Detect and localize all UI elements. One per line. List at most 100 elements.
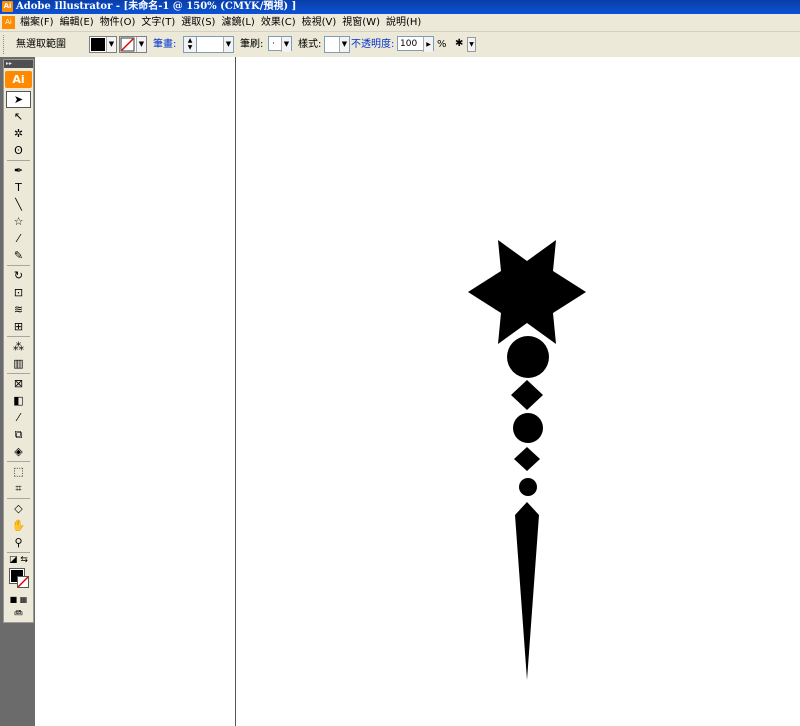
blend-icon: ⧉	[14, 428, 23, 441]
eyedropper-icon: ⁄	[17, 411, 20, 424]
chevron-down-icon: ▼	[223, 37, 233, 52]
line-tool[interactable]: ╲	[6, 196, 31, 213]
menu-filter[interactable]: 濾鏡(L)	[219, 14, 258, 31]
tool-divider	[7, 461, 30, 462]
eraser-icon: ◇	[14, 502, 23, 515]
lasso-tool[interactable]: ʘ	[6, 142, 31, 159]
selection-icon: ➤	[13, 93, 24, 106]
stroke-weight-input[interactable]: ▼	[196, 36, 234, 53]
scale-icon: ⊡	[13, 286, 24, 299]
lasso-icon: ʘ	[14, 144, 23, 157]
tool-divider	[7, 373, 30, 374]
chevron-down-icon: ▼	[281, 37, 291, 52]
fill-stroke-selector[interactable]	[6, 567, 31, 593]
stroke-label[interactable]: 筆畫:	[153, 32, 176, 57]
zoom-icon: ⚲	[14, 536, 23, 549]
type-icon: T	[15, 181, 22, 194]
illustrator-app-icon[interactable]: Ai	[2, 1, 13, 12]
document-icon[interactable]: Ai	[2, 16, 15, 29]
free-transform-icon: ⊞	[13, 320, 24, 333]
pen-tool[interactable]: ✒	[6, 162, 31, 179]
warp-icon: ≋	[13, 303, 24, 316]
pencil-icon: ✎	[13, 249, 24, 262]
symbol-sprayer-tool[interactable]: ⁂	[6, 338, 31, 355]
title-bar: Ai Adobe Illustrator - [未命名-1 @ 150% (CM…	[0, 0, 800, 14]
free-transform-tool[interactable]: ⊞	[6, 318, 31, 335]
menu-select[interactable]: 選取(S)	[179, 14, 219, 31]
menu-edit[interactable]: 編輯(E)	[58, 14, 98, 31]
stroke-box[interactable]	[17, 576, 29, 588]
warp-tool[interactable]: ≋	[6, 301, 31, 318]
tool-divider	[7, 498, 30, 499]
illustrator-logo: Ai	[5, 71, 32, 88]
gradient-icon: ◧	[13, 394, 24, 407]
brush-label: 筆刷:	[240, 39, 264, 50]
paintbrush-tool[interactable]: ⁄	[6, 230, 31, 247]
opacity-unit: %	[437, 39, 447, 50]
menu-type[interactable]: 文字(T)	[139, 14, 179, 31]
eyedropper-tool[interactable]: ⁄	[6, 409, 31, 426]
opacity-input[interactable]: 100 ▶	[397, 36, 434, 52]
no-color-icon	[120, 37, 135, 52]
page-boundary-line	[235, 57, 236, 726]
mesh-icon: ⊠	[13, 377, 24, 390]
type-tool[interactable]: T	[6, 179, 31, 196]
style-label: 樣式:	[298, 39, 322, 50]
brush-dropdown[interactable]: · ▼	[268, 36, 292, 52]
graphic-style-dropdown[interactable]: ▼	[324, 36, 350, 53]
selection-tool[interactable]: ➤	[6, 91, 31, 108]
panel-options-button[interactable]: ✱ ▼	[455, 37, 476, 52]
selection-status: 無選取範圍	[16, 39, 66, 50]
star-icon: ☆	[13, 215, 24, 228]
magic-wand-tool[interactable]: ✲	[6, 125, 31, 142]
slice-tool[interactable]: ⌗	[6, 480, 31, 497]
default-colors-button[interactable]: ◪ ⇆	[6, 554, 31, 566]
scale-tool[interactable]: ⊡	[6, 284, 31, 301]
stroke-color-dropdown[interactable]: ▼	[119, 36, 147, 53]
menu-view[interactable]: 檢視(V)	[300, 14, 341, 31]
magic-wand-icon: ✲	[13, 127, 24, 140]
hand-icon: ✋	[11, 519, 26, 532]
menu-file[interactable]: 檔案(F)	[18, 14, 58, 31]
direct-selection-icon: ↖	[13, 110, 24, 123]
hand-tool[interactable]: ✋	[6, 517, 31, 534]
chevron-right-icon: ▶	[423, 37, 433, 52]
fill-color-dropdown[interactable]: ▼	[89, 36, 117, 53]
stroke-weight-spinner[interactable]: ▲ ▼	[183, 36, 197, 53]
blend-tool[interactable]: ⧉	[6, 426, 31, 443]
opacity-value: 100	[400, 39, 418, 49]
tool-divider	[7, 160, 30, 161]
control-bar: 無選取範圍 ▼ ▼ 筆畫: ▲ ▼ ▼ 筆刷: · ▼ 樣式: ▼ 不透明度: 1…	[0, 32, 800, 58]
no-stroke-icon	[18, 577, 28, 587]
selection-options-icon: ✱	[455, 38, 464, 49]
chevron-down-icon: ▼	[106, 37, 116, 52]
brush-value: ·	[272, 39, 275, 49]
tool-divider	[7, 336, 30, 337]
menu-window[interactable]: 視窗(W)	[340, 14, 384, 31]
control-bar-grip[interactable]	[3, 35, 7, 54]
live-paint-bucket-tool[interactable]: ◈	[6, 443, 31, 460]
column-graph-tool[interactable]: ▥	[6, 355, 31, 372]
live-paint-selection-tool[interactable]: ⬚	[6, 463, 31, 480]
tools-panel-header[interactable]: ▸▸	[4, 60, 33, 68]
eraser-tool[interactable]: ◇	[6, 500, 31, 517]
menu-object[interactable]: 物件(O)	[98, 14, 140, 31]
screen-mode-button[interactable]: ▭	[6, 606, 31, 622]
fill-swatch	[91, 38, 105, 51]
menu-help[interactable]: 說明(H)	[384, 14, 425, 31]
default-colors-icon: ◪ ⇆	[9, 555, 28, 565]
pencil-tool[interactable]: ✎	[6, 247, 31, 264]
color-mode-buttons[interactable]: ■ ▦ ⧄	[6, 594, 31, 616]
star-tool[interactable]: ☆	[6, 213, 31, 230]
live-paint-selection-icon: ⬚	[13, 465, 24, 478]
zoom-tool[interactable]: ⚲	[6, 534, 31, 551]
rotate-tool[interactable]: ↻	[6, 267, 31, 284]
opacity-label[interactable]: 不透明度:	[351, 32, 394, 57]
paintbrush-icon: ⁄	[17, 232, 20, 245]
artboard-canvas[interactable]	[35, 57, 800, 726]
window-title: Adobe Illustrator - [未命名-1 @ 150% (CMYK/…	[16, 1, 297, 12]
direct-selection-tool[interactable]: ↖	[6, 108, 31, 125]
gradient-tool[interactable]: ◧	[6, 392, 31, 409]
menu-effect[interactable]: 效果(C)	[259, 14, 300, 31]
mesh-tool[interactable]: ⊠	[6, 375, 31, 392]
